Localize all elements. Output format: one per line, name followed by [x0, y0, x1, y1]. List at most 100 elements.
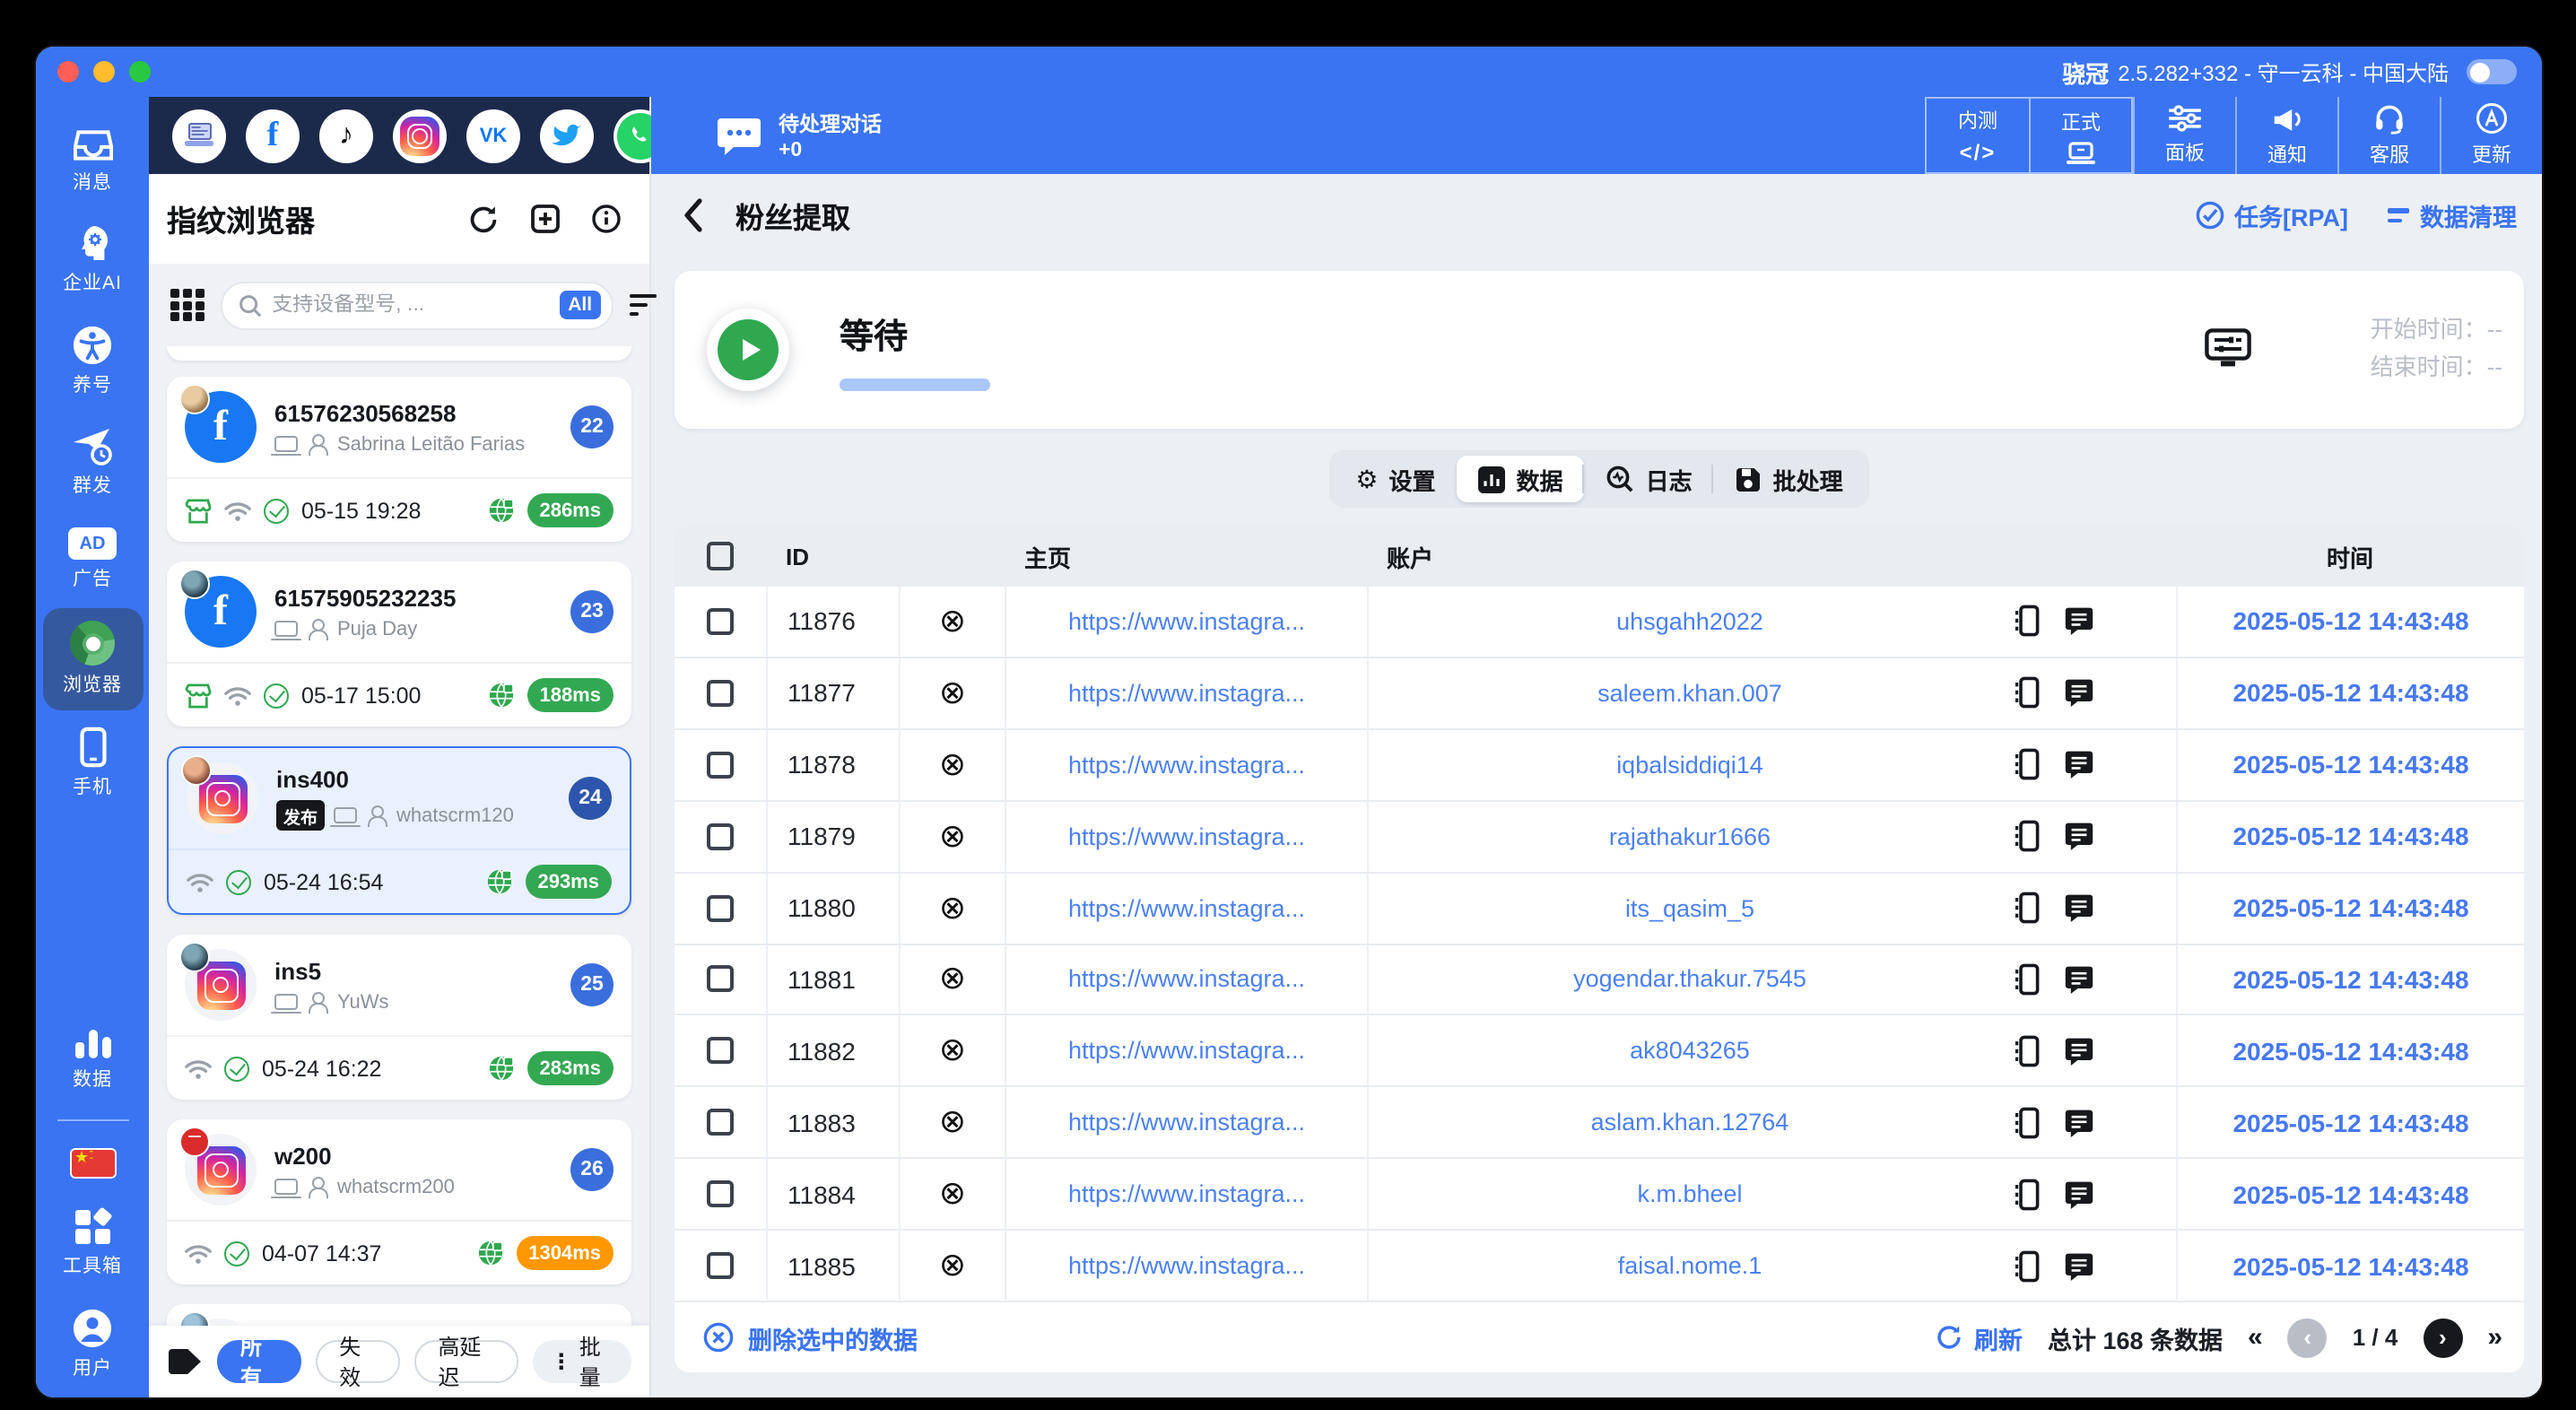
sidebar-item-messages[interactable]: 消息 — [42, 115, 143, 208]
sidebar-item-ads[interactable]: AD 广告 — [42, 515, 143, 605]
copy-to-device-icon[interactable] — [2015, 892, 2040, 924]
cell-account[interactable]: ak8043265 — [1367, 1015, 2011, 1086]
filter-all[interactable]: 所有 — [217, 1335, 302, 1390]
data-clean-link[interactable]: 数据清理 — [2388, 197, 2517, 233]
grid-view-icon[interactable] — [170, 288, 205, 322]
sidebar-item-bulk-send[interactable]: 群发 — [42, 414, 143, 511]
refresh-button[interactable]: 刷新 — [1936, 1319, 2023, 1355]
search-scope-badge[interactable]: All — [559, 291, 602, 319]
remove-row-icon[interactable]: ⊗ — [899, 729, 1005, 800]
message-icon[interactable] — [2065, 1251, 2093, 1281]
cell-account[interactable]: aslam.khan.12764 — [1367, 1087, 2011, 1158]
copy-to-device-icon[interactable] — [2015, 820, 2040, 852]
sidebar-item-toolbox[interactable]: 工具箱 — [42, 1195, 143, 1292]
cell-home-link[interactable]: https://www.instagra... — [1005, 944, 1367, 1014]
pending-conversations[interactable]: 待处理对话 +0 — [716, 109, 882, 161]
remove-row-icon[interactable]: ⊗ — [899, 1087, 1005, 1158]
platform-tiktok-icon[interactable]: ♪ — [319, 109, 373, 162]
play-button[interactable] — [707, 309, 789, 391]
cell-account[interactable]: iqbalsiddiqi14 — [1367, 729, 2011, 800]
remove-row-icon[interactable]: ⊗ — [899, 657, 1005, 728]
profile-card[interactable]: ins2 27 — [167, 1304, 631, 1326]
cell-account[interactable]: uhsgahh2022 — [1367, 587, 2011, 657]
close-window-button[interactable] — [57, 61, 79, 83]
remove-row-icon[interactable]: ⊗ — [899, 587, 1005, 657]
cell-home-link[interactable]: https://www.instagra... — [1005, 801, 1367, 872]
message-icon[interactable] — [2065, 1179, 2093, 1209]
row-checkbox[interactable] — [674, 1160, 766, 1230]
sidebar-item-nurture[interactable]: 养号 — [42, 312, 143, 411]
tab-data[interactable]: 数据 — [1457, 456, 1585, 502]
search-input[interactable] — [272, 294, 549, 316]
sidebar-item-language[interactable] — [42, 1136, 143, 1191]
tag-icon[interactable] — [167, 1347, 203, 1376]
profile-card[interactable]: ins5 YuWs 25 05-24 16:22 283ms — [167, 935, 631, 1100]
message-icon[interactable] — [2065, 679, 2093, 708]
copy-to-device-icon[interactable] — [2015, 677, 2040, 709]
cell-home-link[interactable]: https://www.instagra... — [1005, 587, 1367, 657]
cell-account[interactable]: faisal.nome.1 — [1367, 1231, 2011, 1301]
row-checkbox[interactable] — [674, 944, 766, 1014]
cell-account[interactable]: k.m.bheel — [1367, 1159, 2011, 1230]
cell-account[interactable]: rajathakur1666 — [1367, 801, 2011, 872]
copy-to-device-icon[interactable] — [2015, 1178, 2040, 1210]
message-icon[interactable] — [2065, 607, 2093, 636]
platform-twitter-icon[interactable] — [540, 109, 594, 162]
row-checkbox[interactable] — [674, 1016, 766, 1086]
row-checkbox[interactable] — [674, 873, 766, 943]
last-page-button[interactable]: » — [2487, 1322, 2502, 1353]
back-icon[interactable] — [682, 197, 703, 233]
cell-account[interactable]: yogendar.thakur.7545 — [1367, 944, 2011, 1014]
zoom-window-button[interactable] — [129, 61, 151, 83]
platform-device-icon[interactable] — [172, 109, 226, 162]
copy-to-device-icon[interactable] — [2015, 605, 2040, 638]
remove-row-icon[interactable]: ⊗ — [899, 801, 1005, 872]
batch-button[interactable]: ⋮ 批量 — [532, 1335, 631, 1390]
prod-env-button[interactable]: 正式 — [2029, 99, 2131, 172]
message-icon[interactable] — [2065, 1037, 2093, 1066]
row-checkbox[interactable] — [674, 1231, 766, 1301]
remove-row-icon[interactable]: ⊗ — [899, 944, 1005, 1014]
panel-button[interactable]: 面板 — [2133, 97, 2235, 174]
row-checkbox[interactable] — [674, 801, 766, 871]
row-checkbox[interactable] — [674, 658, 766, 728]
copy-to-device-icon[interactable] — [2015, 963, 2040, 996]
tab-batch[interactable]: 批处理 — [1711, 456, 1865, 502]
platform-vk-icon[interactable]: VK — [466, 109, 520, 162]
row-checkbox[interactable] — [674, 730, 766, 800]
info-icon[interactable] — [592, 205, 621, 233]
cell-home-link[interactable]: https://www.instagra... — [1005, 657, 1367, 728]
platform-facebook-icon[interactable]: f — [246, 109, 300, 162]
cell-account[interactable]: saleem.khan.007 — [1367, 657, 2011, 728]
update-button[interactable]: 更新 — [2440, 97, 2542, 174]
cell-home-link[interactable]: https://www.instagra... — [1005, 1159, 1367, 1230]
remove-row-icon[interactable]: ⊗ — [899, 1159, 1005, 1230]
theme-toggle[interactable] — [2467, 59, 2517, 84]
sidebar-item-phone[interactable]: 手机 — [42, 714, 143, 813]
remove-row-icon[interactable]: ⊗ — [899, 873, 1005, 944]
profile-card-selected[interactable]: ins400 发布 whatscrm120 24 05-24 16:54 293m… — [167, 746, 631, 915]
cell-home-link[interactable]: https://www.instagra... — [1005, 873, 1367, 944]
message-icon[interactable] — [2065, 965, 2093, 994]
notifications-button[interactable]: 通知 — [2235, 97, 2337, 174]
message-icon[interactable] — [2065, 751, 2093, 779]
copy-to-device-icon[interactable] — [2015, 1249, 2040, 1282]
remove-row-icon[interactable]: ⊗ — [899, 1231, 1005, 1301]
sidebar-item-data[interactable]: 数据 — [42, 1015, 143, 1105]
sidebar-item-enterprise-ai[interactable]: 企业AI — [42, 212, 143, 309]
sidebar-item-user[interactable]: 用户 — [42, 1295, 143, 1394]
cell-home-link[interactable]: https://www.instagra... — [1005, 1015, 1367, 1086]
tab-settings[interactable]: ⚙ 设置 — [1334, 456, 1457, 502]
remove-row-icon[interactable]: ⊗ — [899, 1015, 1005, 1086]
message-icon[interactable] — [2065, 893, 2093, 923]
copy-to-device-icon[interactable] — [2015, 1035, 2040, 1067]
copy-to-device-icon[interactable] — [2015, 749, 2040, 781]
cell-home-link[interactable]: https://www.instagra... — [1005, 1087, 1367, 1158]
minimize-window-button[interactable] — [93, 61, 115, 83]
prev-page-button[interactable]: ‹ — [2287, 1318, 2328, 1357]
next-page-button[interactable]: › — [2423, 1318, 2463, 1357]
beta-env-button[interactable]: 内测 </> — [1927, 99, 2029, 172]
cell-home-link[interactable]: https://www.instagra... — [1005, 729, 1367, 800]
support-button[interactable]: 客服 — [2337, 97, 2440, 174]
cell-account[interactable]: its_qasim_5 — [1367, 873, 2011, 944]
